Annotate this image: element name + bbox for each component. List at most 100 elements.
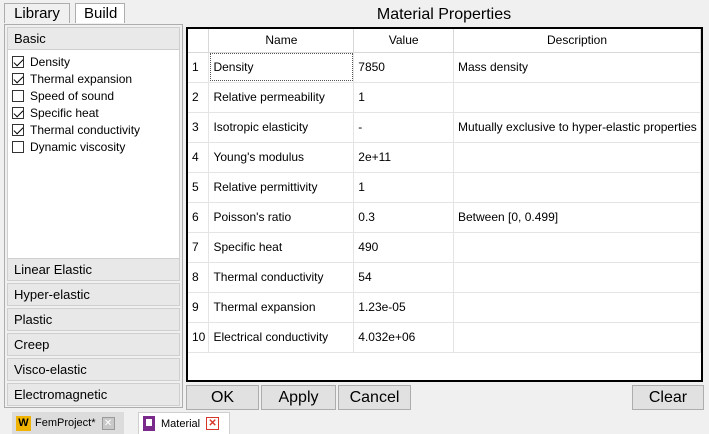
checkbox-label: Specific heat bbox=[30, 105, 99, 120]
checkbox-density[interactable]: Density bbox=[12, 53, 70, 70]
value-cell[interactable]: - bbox=[353, 112, 454, 143]
row-index: 9 bbox=[188, 292, 210, 323]
description-cell[interactable]: Mass density bbox=[453, 52, 701, 83]
column-header-index bbox=[188, 29, 210, 53]
checkbox-label: Thermal conductivity bbox=[30, 122, 141, 137]
value-cell[interactable]: 490 bbox=[353, 232, 454, 263]
row-index: 7 bbox=[188, 232, 210, 263]
checkbox-thermal-conductivity[interactable]: Thermal conductivity bbox=[12, 121, 140, 138]
name-cell[interactable]: Density bbox=[208, 52, 355, 83]
checkbox-dynamic-viscosity[interactable]: Dynamic viscosity bbox=[12, 138, 125, 155]
description-cell[interactable] bbox=[453, 292, 701, 323]
table-row[interactable]: 1 Density 7850 Mass density bbox=[188, 52, 701, 83]
tab-label: Material bbox=[161, 417, 201, 430]
section-plastic[interactable]: Plastic bbox=[7, 308, 180, 331]
name-cell[interactable]: Relative permittivity bbox=[208, 172, 355, 203]
tab-label: FemProject* bbox=[35, 417, 96, 429]
checkbox-specific-heat[interactable]: Specific heat bbox=[12, 104, 99, 121]
document-tab-bar: W FemProject* ✕ Material ✕ bbox=[0, 410, 709, 434]
checkbox-unchecked-icon[interactable] bbox=[12, 89, 24, 102]
checkbox-checked-icon[interactable] bbox=[12, 106, 24, 119]
section-hyper-elastic[interactable]: Hyper-elastic bbox=[7, 283, 180, 306]
checkbox-checked-icon[interactable] bbox=[12, 55, 24, 68]
section-creep[interactable]: Creep bbox=[7, 333, 180, 356]
checkbox-label: Dynamic viscosity bbox=[30, 139, 126, 154]
checkbox-speed-of-sound[interactable]: Speed of sound bbox=[12, 87, 114, 104]
value-cell[interactable]: 0.3 bbox=[353, 202, 454, 233]
column-header-value[interactable]: Value bbox=[353, 29, 454, 53]
table-row[interactable]: 4 Young's modulus 2e+11 bbox=[188, 142, 701, 173]
cancel-button[interactable]: Cancel bbox=[338, 385, 411, 410]
table-row[interactable]: 2 Relative permeability 1 bbox=[188, 82, 701, 113]
properties-table-container: Name Value Description 1 Density 7850 Mass … bbox=[186, 27, 703, 382]
name-cell[interactable]: Specific heat bbox=[208, 232, 355, 263]
description-cell[interactable] bbox=[453, 262, 701, 293]
column-header-name[interactable]: Name bbox=[208, 29, 355, 53]
page-title: Material Properties bbox=[376, 6, 512, 23]
table-row[interactable]: 6 Poisson's ratio 0.3 Between [0, 0.499] bbox=[188, 202, 701, 233]
name-cell[interactable]: Poisson's ratio bbox=[208, 202, 355, 233]
name-cell[interactable]: Young's modulus bbox=[208, 142, 355, 173]
checkbox-label: Density bbox=[30, 54, 71, 69]
tab-material[interactable]: Material ✕ bbox=[138, 412, 230, 434]
clear-button[interactable]: Clear bbox=[632, 385, 704, 410]
section-electromagnetic[interactable]: Electromagnetic bbox=[7, 383, 180, 406]
table-row[interactable]: 9 Thermal expansion 1.23e-05 bbox=[188, 292, 701, 323]
project-icon: W bbox=[16, 415, 31, 431]
value-cell[interactable]: 4.032e+06 bbox=[353, 322, 454, 353]
name-cell[interactable]: Thermal expansion bbox=[208, 292, 355, 323]
value-cell[interactable]: 2e+11 bbox=[353, 142, 454, 173]
description-cell[interactable] bbox=[453, 322, 701, 353]
table-row[interactable]: 7 Specific heat 490 bbox=[188, 232, 701, 263]
basic-properties-list: Density Thermal expansion Speed of sound… bbox=[7, 50, 180, 279]
checkbox-label: Speed of sound bbox=[30, 88, 115, 103]
checkbox-label: Thermal expansion bbox=[30, 71, 133, 86]
row-index: 1 bbox=[188, 52, 210, 83]
name-cell[interactable]: Isotropic elasticity bbox=[208, 112, 355, 143]
checkbox-checked-icon[interactable] bbox=[12, 72, 24, 85]
tab-build[interactable]: Build bbox=[75, 3, 125, 23]
table-row[interactable]: 3 Isotropic elasticity - Mutually exclusive… bbox=[188, 112, 701, 143]
value-cell[interactable]: 1.23e-05 bbox=[353, 292, 454, 323]
section-basic[interactable]: Basic bbox=[7, 27, 180, 50]
ok-button[interactable]: OK bbox=[186, 385, 259, 410]
section-linear-elastic[interactable]: Linear Elastic bbox=[7, 258, 180, 281]
value-cell[interactable]: 54 bbox=[353, 262, 454, 293]
apply-button[interactable]: Apply bbox=[261, 385, 336, 410]
row-index: 4 bbox=[188, 142, 210, 173]
material-icon bbox=[143, 416, 155, 431]
tab-femproject[interactable]: W FemProject* ✕ bbox=[12, 412, 124, 434]
description-cell[interactable]: Mutually exclusive to hyper-elastic prop… bbox=[453, 112, 701, 143]
name-cell[interactable]: Relative permeability bbox=[208, 82, 355, 113]
build-panel: Basic Density Thermal expansion Speed of… bbox=[4, 24, 183, 408]
name-cell[interactable]: Electrical conductivity bbox=[208, 322, 355, 353]
description-cell[interactable] bbox=[453, 172, 701, 203]
table-row[interactable]: 10 Electrical conductivity 4.032e+06 bbox=[188, 322, 701, 353]
name-cell[interactable]: Thermal conductivity bbox=[208, 262, 355, 293]
value-cell[interactable]: 7850 bbox=[353, 52, 454, 83]
close-icon[interactable]: ✕ bbox=[206, 417, 220, 430]
checkbox-thermal-expansion[interactable]: Thermal expansion bbox=[12, 70, 132, 87]
row-index: 6 bbox=[188, 202, 210, 233]
description-cell[interactable]: Between [0, 0.499] bbox=[453, 202, 701, 233]
value-cell[interactable]: 1 bbox=[353, 82, 454, 113]
description-cell[interactable] bbox=[453, 142, 701, 173]
row-index: 5 bbox=[188, 172, 210, 203]
table-row[interactable]: 8 Thermal conductivity 54 bbox=[188, 262, 701, 293]
properties-table: Name Value Description 1 Density 7850 Mass … bbox=[188, 29, 701, 353]
close-icon[interactable]: ✕ bbox=[101, 416, 115, 430]
tab-library[interactable]: Library bbox=[4, 3, 70, 23]
description-cell[interactable] bbox=[453, 232, 701, 263]
table-row[interactable]: 5 Relative permittivity 1 bbox=[188, 172, 701, 203]
row-index: 2 bbox=[188, 82, 210, 113]
column-header-description[interactable]: Description bbox=[453, 29, 701, 53]
table-header-row: Name Value Description bbox=[188, 29, 701, 53]
row-index: 8 bbox=[188, 262, 210, 293]
checkbox-unchecked-icon[interactable] bbox=[12, 140, 24, 153]
row-index: 10 bbox=[188, 322, 210, 353]
section-visco-elastic[interactable]: Visco-elastic bbox=[7, 358, 180, 381]
row-index: 3 bbox=[188, 112, 210, 143]
description-cell[interactable] bbox=[453, 82, 701, 113]
checkbox-checked-icon[interactable] bbox=[12, 123, 24, 136]
value-cell[interactable]: 1 bbox=[353, 172, 454, 203]
